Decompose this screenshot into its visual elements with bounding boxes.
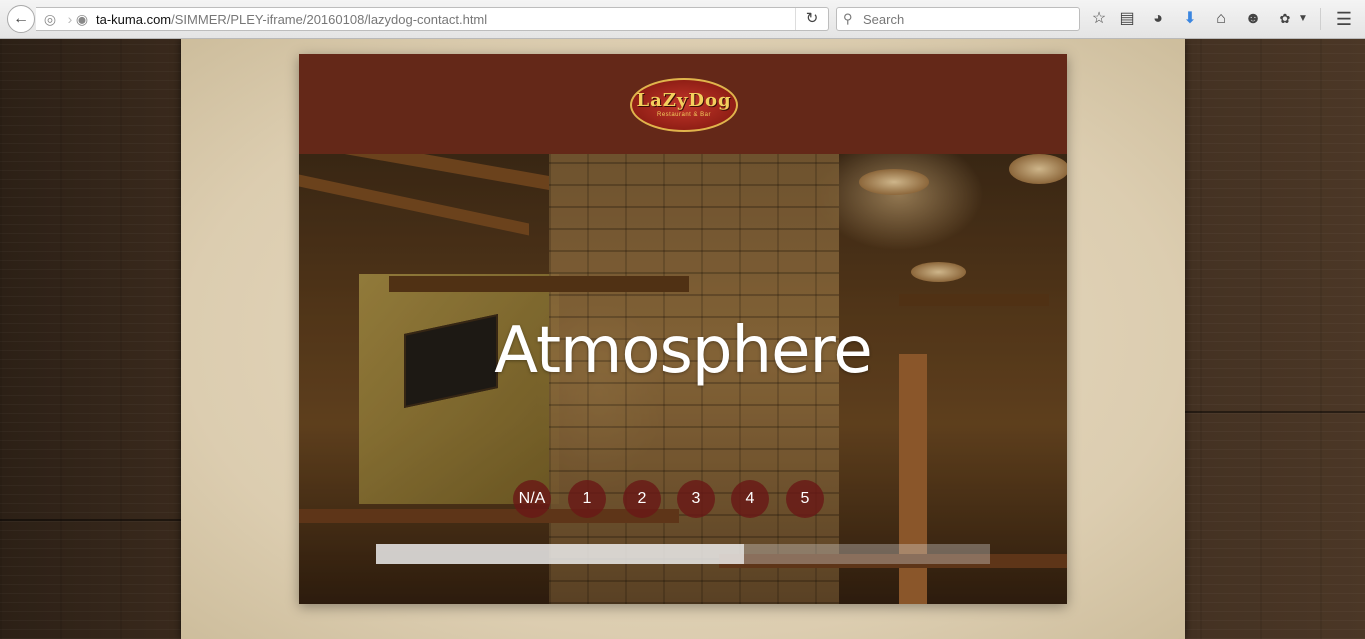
browser-toolbar: ← ◎ › ◉ ta-kuma.com/SIMMER/PLEY-iframe/2… xyxy=(0,0,1365,39)
extension-icon[interactable]: ✿ xyxy=(1274,8,1296,30)
url-bar[interactable]: ◎ › ◉ ta-kuma.com/SIMMER/PLEY-iframe/201… xyxy=(36,7,829,31)
search-bar[interactable]: ⚲ xyxy=(836,7,1080,31)
wood-plank-seam xyxy=(0,519,181,521)
logo-subtext: Restaurant & Bar xyxy=(656,112,712,118)
chat-icon[interactable]: ☻ xyxy=(1242,8,1264,30)
menu-icon[interactable]: ☰ xyxy=(1333,8,1355,30)
hero-image: Atmosphere N/A 1 2 3 4 5 xyxy=(299,154,1067,604)
progress-bar xyxy=(376,544,990,564)
card-header: LaZyDog Restaurant & Bar xyxy=(299,54,1067,154)
rating-button-na[interactable]: N/A xyxy=(513,480,551,518)
rating-options: N/A 1 2 3 4 5 xyxy=(513,480,853,518)
chevron-down-icon[interactable]: ▼ xyxy=(1296,8,1310,30)
logo-text: LaZyDog xyxy=(636,90,732,111)
rating-button-1[interactable]: 1 xyxy=(568,480,606,518)
globe-icon: ◉ xyxy=(75,11,89,27)
wood-plank-seam xyxy=(1185,411,1365,413)
lazy-dog-logo: LaZyDog Restaurant & Bar xyxy=(630,78,738,132)
pocket-icon[interactable]: ◕ xyxy=(1147,8,1169,30)
url-host: ta-kuma.com xyxy=(96,12,172,27)
home-icon[interactable]: ⌂ xyxy=(1210,8,1232,30)
search-icon: ⚲ xyxy=(843,11,853,26)
reload-icon[interactable]: ↻ xyxy=(795,8,828,30)
progress-bar-fill xyxy=(376,544,745,564)
reading-list-icon[interactable]: ▤ xyxy=(1116,8,1138,30)
back-button[interactable]: ← xyxy=(7,5,35,33)
bookmark-star-icon[interactable]: ☆ xyxy=(1088,8,1110,30)
search-input[interactable] xyxy=(863,10,1073,28)
rating-button-2[interactable]: 2 xyxy=(623,480,661,518)
rating-button-5[interactable]: 5 xyxy=(786,480,824,518)
url-text[interactable]: ta-kuma.com/SIMMER/PLEY-iframe/20160108/… xyxy=(96,12,487,27)
rating-button-4[interactable]: 4 xyxy=(731,480,769,518)
page-background: LaZyDog Restaurant & Bar Atmosphere N/A … xyxy=(0,39,1365,639)
rating-card: LaZyDog Restaurant & Bar Atmosphere N/A … xyxy=(299,54,1067,604)
toolbar-divider xyxy=(1320,8,1321,30)
identity-icon[interactable]: ◎ xyxy=(42,11,58,27)
rating-category-title: Atmosphere xyxy=(494,314,872,388)
rating-button-3[interactable]: 3 xyxy=(677,480,715,518)
download-icon[interactable]: ⬇ xyxy=(1179,8,1201,30)
back-arrow-icon: ← xyxy=(13,10,29,27)
url-path: /SIMMER/PLEY-iframe/20160108/lazydog-con… xyxy=(171,12,488,27)
